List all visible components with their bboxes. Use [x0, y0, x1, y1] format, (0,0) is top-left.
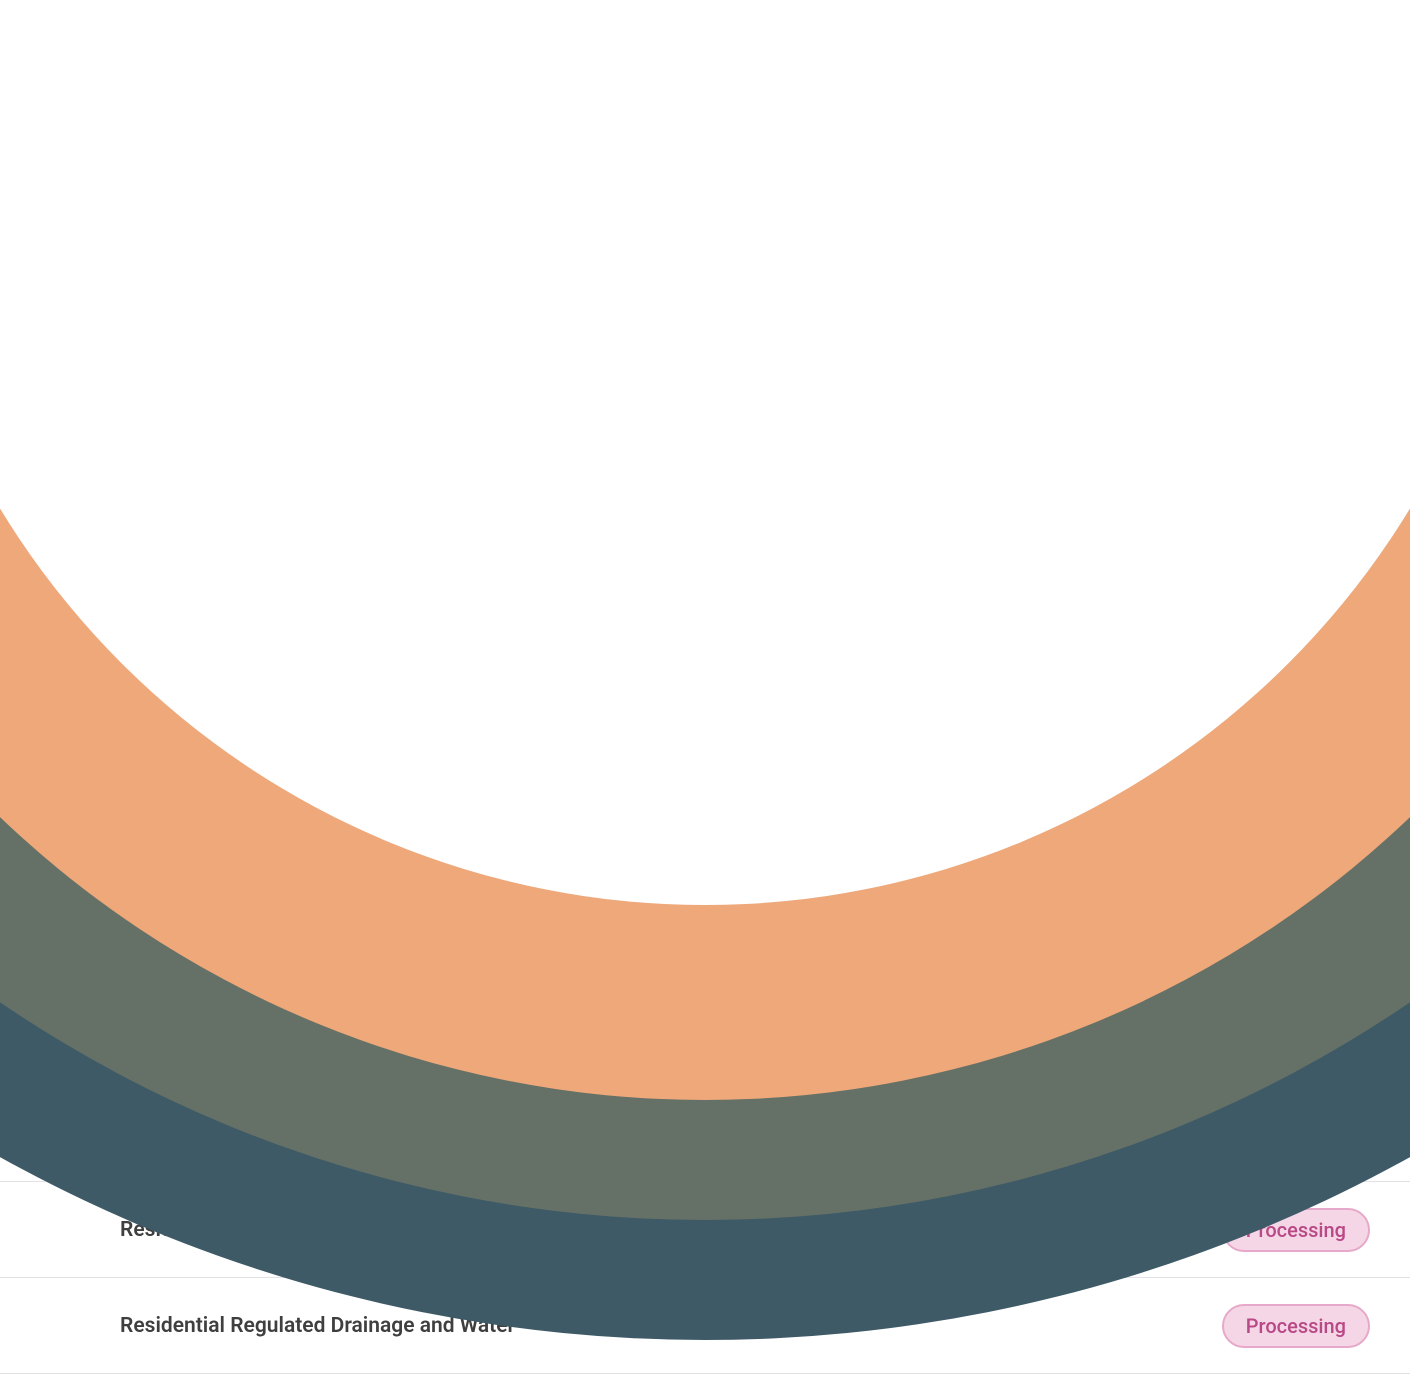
table-row: 123454 5 search pack - Residential 19 Finc…: [0, 870, 1410, 974]
status-badge: Processing: [1222, 1304, 1370, 1348]
col-reference-header: Case reference: [840, 519, 1070, 539]
case-reference-text: Not applicable: [840, 1014, 975, 1038]
status-badge: Complete: [1236, 900, 1370, 944]
external-link-icon[interactable]: [1070, 805, 1096, 831]
address-text: 19 Finchley Road, PL6 5FR: [520, 598, 766, 622]
col-address-header: Address: [520, 519, 840, 539]
search-description: 3 search pack - Residential: [210, 702, 464, 726]
status-badge: Processing: [1222, 796, 1370, 840]
chevron-right-icon[interactable]: [40, 1012, 62, 1034]
table-row: 123454 2 search pack - Residential 19 Finc…: [0, 766, 1410, 870]
col-order-header: er: [80, 519, 210, 539]
order-id-link[interactable]: 123454: [80, 702, 152, 726]
table-body: 123454 3 search pack - Residential 19 Finc…: [0, 558, 1410, 1374]
table-row: 123454 3 search pack - Residential 19 Finc…: [0, 558, 1410, 662]
status-badge: Part processed: [1186, 692, 1370, 736]
search-wrap: [0, 387, 1410, 471]
external-link-icon[interactable]: [1070, 909, 1096, 935]
chevron-right-icon[interactable]: [40, 700, 62, 722]
order-id-link[interactable]: 123454: [80, 1014, 152, 1038]
external-link-icon[interactable]: [1070, 597, 1096, 623]
order-id-link[interactable]: 123454: [80, 806, 152, 830]
subrow-label: Residential Regulated Drainage and Water: [120, 1314, 1222, 1338]
table-row: 123454 3 search pack - Residential 19 Finc…: [0, 974, 1410, 1078]
chevron-right-icon[interactable]: [40, 596, 62, 618]
search-description: 3 search pack - Residential: [210, 1118, 464, 1142]
status-badge: Complete: [1236, 588, 1370, 632]
address-text: 19 Finchley Road, PL6 5FR: [520, 1118, 766, 1142]
chevron-right-icon[interactable]: [40, 908, 62, 930]
table-row: 123454 3 search pack - Residential 19 Finc…: [0, 1078, 1410, 1182]
table-header: er Searches ordered Address Case referen…: [0, 500, 1410, 558]
status-badge: Processing: [1222, 1108, 1370, 1152]
search-input[interactable]: [60, 415, 610, 471]
chevron-down-icon[interactable]: [40, 1116, 62, 1138]
address-text: 19 Finchley Road, PL6 5FR: [520, 910, 766, 934]
search-description: 3 search pack - Residential: [210, 598, 464, 622]
intro-text: arch orders.: [0, 0, 1410, 387]
orders-table: er Searches ordered Address Case referen…: [0, 499, 1410, 1374]
address-text: 19 Finchley Road, PL6 5FR: [520, 806, 766, 830]
table-row: 123454 3 search pack - Residential 19 Finc…: [0, 662, 1410, 766]
order-id-link[interactable]: 123454: [80, 1118, 152, 1142]
case-reference-link[interactable]: TM/11222.033/LR: [840, 1118, 1014, 1142]
status-badge: Processing: [1222, 1208, 1370, 1252]
address-text: 19 Finchley Road, PL6 5FR: [520, 702, 766, 726]
table-subrow: Residential Regulated Drainage and Water…: [0, 1278, 1410, 1374]
table-subrow: Residential Regulated Local Authority Se…: [0, 1182, 1410, 1278]
case-reference-link[interactable]: TM/11222.033/LR: [840, 598, 1014, 622]
col-search-header: Searches ordered: [210, 519, 520, 539]
order-id-link[interactable]: 123454: [80, 910, 152, 934]
address-text: 19 Finchley Road, PL6 5FR: [520, 1014, 766, 1038]
page-content: arch orders. er Searches ordered Address…: [0, 0, 1410, 1374]
status-badge: Processing: [1222, 1004, 1370, 1048]
case-reference-link[interactable]: TM/11222.033/LR: [840, 702, 1014, 726]
case-reference-link[interactable]: TM/11222.033/LR: [840, 910, 1014, 934]
external-link-icon[interactable]: [1070, 701, 1096, 727]
search-description: 5 search pack - Residential: [210, 910, 464, 934]
search-description: 2 search pack - Residential: [210, 806, 464, 830]
intro-suffix: arch orders.: [60, 362, 177, 387]
case-reference-link[interactable]: TM/11222.033/LR: [840, 806, 1014, 830]
order-id-link[interactable]: 123454: [80, 598, 152, 622]
external-link-icon[interactable]: [1070, 1117, 1096, 1143]
chevron-right-icon[interactable]: [40, 804, 62, 826]
subrow-label: Residential Regulated Local Authority Se…: [120, 1218, 1222, 1242]
search-description: 3 search pack - Residential: [210, 1014, 464, 1038]
